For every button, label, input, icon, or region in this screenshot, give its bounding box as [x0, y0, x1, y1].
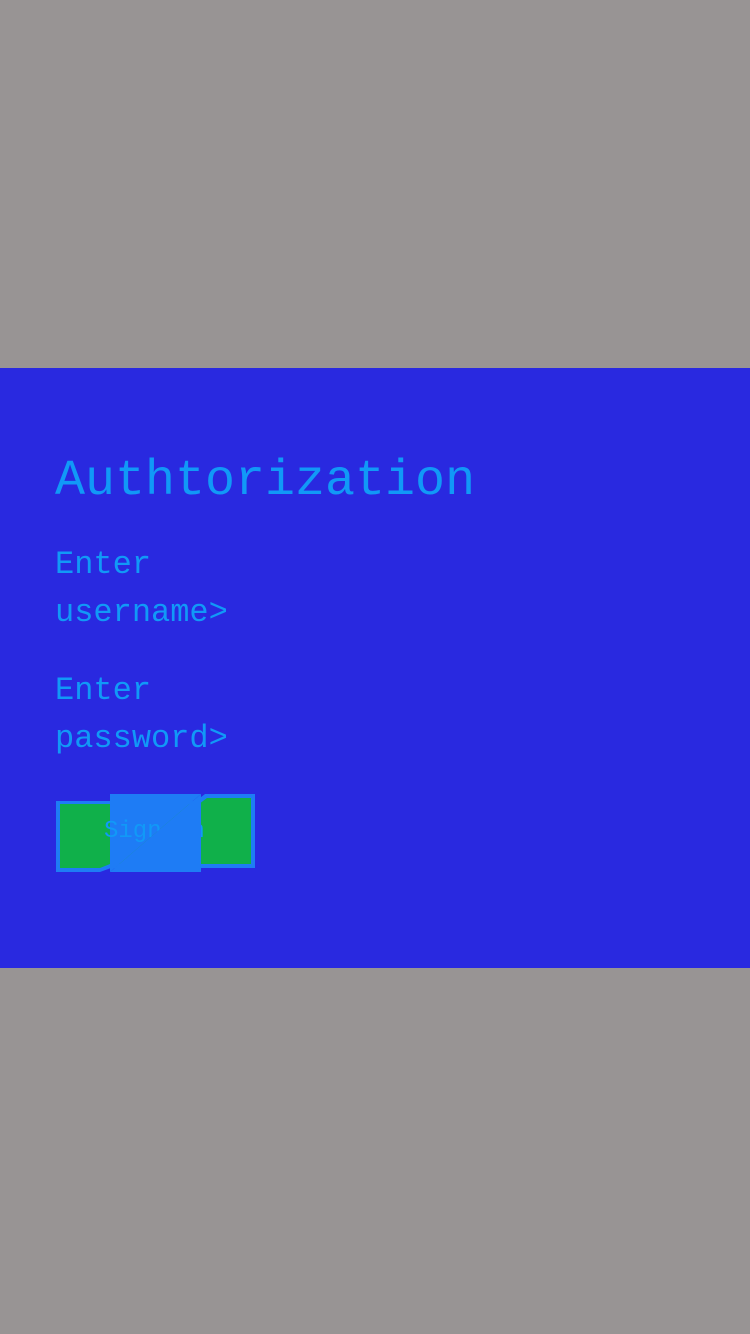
username-prompt-line-1: Enter	[55, 546, 152, 583]
app-screen: Authtorization Enter username> Enter pas…	[0, 0, 750, 1334]
password-field[interactable]: Enter password>	[55, 667, 315, 763]
username-field[interactable]: Enter username>	[55, 541, 315, 637]
password-prompt-line-2: password>	[55, 720, 228, 757]
sign-in-button[interactable]: Sign in	[56, 794, 255, 872]
corner-bottom-right-icon	[110, 794, 201, 872]
username-prompt-line-2: username>	[55, 594, 228, 631]
page-title: Authtorization	[55, 453, 476, 510]
password-prompt-line-1: Enter	[55, 672, 152, 709]
